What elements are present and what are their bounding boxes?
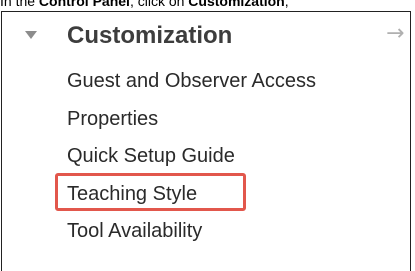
instruction-caption: In the Control Panel, click on Customiza… bbox=[0, 0, 415, 9]
caption-customization: Customization bbox=[188, 0, 285, 9]
caption-prefix: In the bbox=[0, 0, 39, 9]
menu-item-tool-availability[interactable]: Tool Availability bbox=[67, 220, 202, 243]
arrow-right-icon[interactable]: → bbox=[386, 21, 404, 46]
caption-suffix: , bbox=[284, 0, 289, 9]
section-title-customization[interactable]: Customization bbox=[67, 22, 232, 50]
menu-item-properties[interactable]: Properties bbox=[67, 108, 158, 131]
highlight-box bbox=[55, 173, 246, 211]
menu-item-quick-setup-guide[interactable]: Quick Setup Guide bbox=[67, 145, 235, 168]
caption-control-panel: Control Panel bbox=[38, 0, 130, 9]
menu-item-guest-and-observer-access[interactable]: Guest and Observer Access bbox=[67, 70, 316, 93]
control-panel-menu bbox=[1, 11, 411, 271]
caption-middle: , click on bbox=[129, 0, 189, 9]
triangle-down-icon[interactable] bbox=[25, 31, 37, 39]
